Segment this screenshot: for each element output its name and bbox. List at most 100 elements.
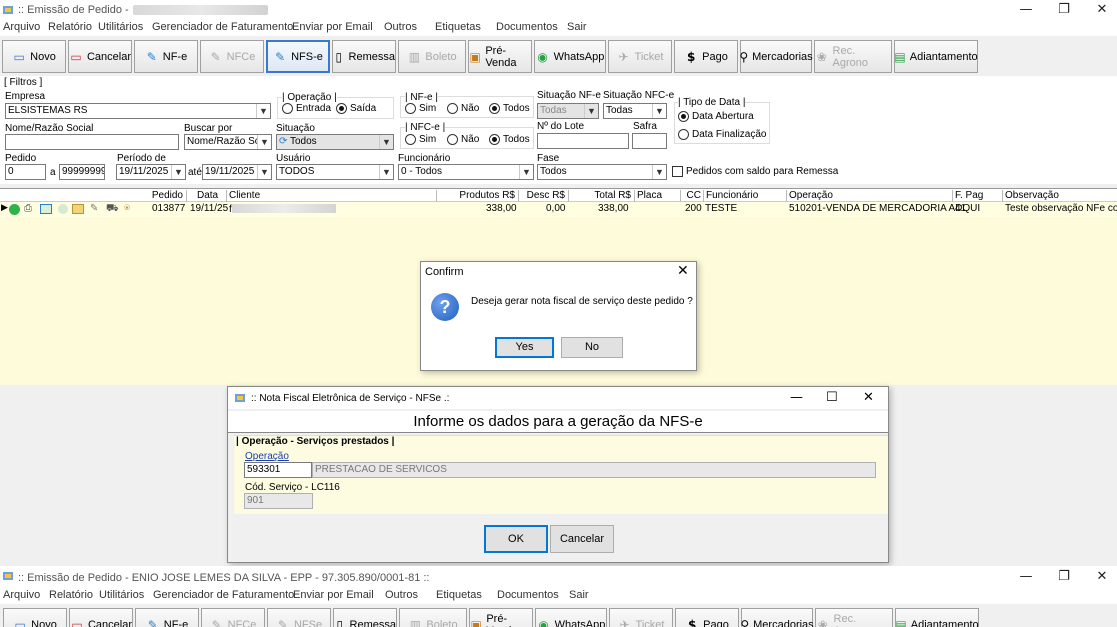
bg-nfe-button[interactable]: ✎ NF-e bbox=[135, 608, 199, 627]
situacao-nfe-select[interactable]: Todas ▼ bbox=[537, 103, 599, 119]
col-cc[interactable]: CC bbox=[680, 190, 703, 202]
bg-whatsapp-button[interactable]: ◉ WhatsApp bbox=[535, 608, 607, 627]
usuario-select[interactable]: TODOS ▼ bbox=[276, 164, 394, 180]
table-row[interactable]: ▶ ⎙ ✎ ⛟ ⍟ 013877 19/11/25 f 338,00 0,00 … bbox=[0, 202, 1117, 217]
bg-menu-etiquetas[interactable]: Etiquetas bbox=[436, 589, 482, 601]
bg-nfce-button[interactable]: ✎ NFCe bbox=[201, 608, 265, 627]
close-icon[interactable]: ✕ bbox=[677, 263, 689, 279]
fase-select[interactable]: Todos ▼ bbox=[537, 164, 667, 180]
ticket-button[interactable]: ✈ Ticket bbox=[608, 40, 672, 73]
nfe-sim-radio[interactable]: Sim bbox=[405, 103, 436, 114]
whatsapp-button[interactable]: ◉ WhatsApp bbox=[534, 40, 606, 73]
bg-nfse-button[interactable]: ✎ NFSe bbox=[267, 608, 331, 627]
nfce-todos-radio[interactable]: Todos bbox=[489, 134, 530, 145]
nfe-button[interactable]: ✎ NF-e bbox=[134, 40, 198, 73]
minimize-icon[interactable]: — bbox=[1008, 568, 1044, 586]
bg-prevenda-button[interactable]: ▣Pré-Venda bbox=[469, 608, 533, 627]
operacao-entrada-radio[interactable]: Entrada bbox=[282, 103, 331, 114]
mercadorias-button[interactable]: ⚲ Mercadorias bbox=[739, 40, 813, 73]
nome-input[interactable] bbox=[5, 134, 179, 150]
cancelar-dialog-button[interactable]: Cancelar bbox=[550, 525, 614, 553]
operacao-code-input[interactable]: 593301 bbox=[244, 462, 312, 478]
col-observacao[interactable]: Observação bbox=[1002, 190, 1117, 202]
bg-rec-agrono-button[interactable]: ❀Rec. Agrono bbox=[815, 608, 893, 627]
col-cliente[interactable]: Cliente bbox=[226, 190, 436, 202]
bg-menu-arquivo[interactable]: Arquivo bbox=[3, 589, 40, 601]
cancelar-button[interactable]: ▭ Cancelar bbox=[68, 40, 132, 73]
pedido-from-input[interactable]: 0 bbox=[5, 164, 46, 180]
nfce-button[interactable]: ✎ NFCe bbox=[200, 40, 264, 73]
operacao-saida-radio[interactable]: Saída bbox=[336, 103, 376, 114]
nfe-nao-radio[interactable]: Não bbox=[447, 103, 479, 114]
nfe-todos-radio[interactable]: Todos bbox=[489, 103, 530, 114]
bg-cancelar-button[interactable]: ▭ Cancelar bbox=[69, 608, 133, 627]
maximize-icon[interactable]: ☐ bbox=[826, 390, 838, 405]
menu-relatorio[interactable]: Relatório bbox=[48, 21, 92, 33]
cod-servico-field[interactable]: 901 bbox=[244, 493, 313, 509]
menu-outros[interactable]: Outros bbox=[384, 21, 417, 33]
bg-mercadorias-button[interactable]: ⚲ Mercadorias bbox=[740, 608, 814, 627]
nfce-nao-radio[interactable]: Não bbox=[447, 134, 479, 145]
col-total[interactable]: Total R$ bbox=[568, 190, 634, 202]
pago-button[interactable]: $ Pago bbox=[674, 40, 738, 73]
prevenda-button[interactable]: ▣ Pré-Venda bbox=[468, 40, 532, 73]
restore-icon[interactable]: ❐ bbox=[1046, 568, 1082, 586]
close-icon[interactable]: ✕ bbox=[1084, 568, 1117, 586]
novo-button[interactable]: ▭ Novo bbox=[2, 40, 66, 73]
periodo-from-select[interactable]: 19/11/2025 ▼ bbox=[116, 164, 186, 180]
bg-menu-relatorio[interactable]: Relatório bbox=[49, 589, 93, 601]
no-button[interactable]: No bbox=[561, 337, 623, 358]
nfce-sim-radio[interactable]: Sim bbox=[405, 134, 436, 145]
menu-gerenciador[interactable]: Gerenciador de Faturamento bbox=[152, 21, 293, 33]
bg-menu-utilitarios[interactable]: Utilitários bbox=[99, 589, 144, 601]
data-finalizacao-radio[interactable]: Data Finalização bbox=[678, 129, 766, 140]
bg-pago-button[interactable]: $ Pago bbox=[675, 608, 739, 627]
safra-input[interactable] bbox=[632, 133, 667, 149]
lote-input[interactable] bbox=[537, 133, 629, 149]
minimize-icon[interactable]: — bbox=[1008, 1, 1044, 19]
minimize-icon[interactable]: — bbox=[790, 390, 803, 405]
col-fpag[interactable]: F. Pag bbox=[952, 190, 1002, 202]
rec-agrono-button[interactable]: ❀ Rec. Agrono bbox=[814, 40, 892, 73]
pedido-to-input[interactable]: 99999999 bbox=[59, 164, 105, 180]
col-data[interactable]: Data bbox=[186, 190, 226, 202]
menu-enviar-email[interactable]: Enviar por Email bbox=[292, 21, 373, 33]
bg-menu-gerenciador[interactable]: Gerenciador de Faturamento bbox=[153, 589, 294, 601]
menu-arquivo[interactable]: Arquivo bbox=[3, 21, 40, 33]
restore-icon[interactable]: ❐ bbox=[1046, 1, 1082, 19]
situacao-nfce-select[interactable]: Todas ▼ bbox=[603, 103, 667, 119]
col-desc[interactable]: Desc R$ bbox=[518, 190, 568, 202]
menu-utilitarios[interactable]: Utilitários bbox=[98, 21, 143, 33]
menu-documentos[interactable]: Documentos bbox=[496, 21, 558, 33]
bg-menu-documentos[interactable]: Documentos bbox=[497, 589, 559, 601]
bg-menu-outros[interactable]: Outros bbox=[385, 589, 418, 601]
data-abertura-radio[interactable]: Data Abertura bbox=[678, 111, 754, 122]
bg-novo-button[interactable]: ▭ Novo bbox=[3, 608, 67, 627]
yes-button[interactable]: Yes bbox=[495, 337, 554, 358]
close-icon[interactable]: ✕ bbox=[863, 390, 874, 405]
periodo-to-select[interactable]: 19/11/2025 ▼ bbox=[202, 164, 272, 180]
bg-ticket-button[interactable]: ✈ Ticket bbox=[609, 608, 673, 627]
col-placa[interactable]: Placa bbox=[634, 190, 680, 202]
operacao-link[interactable]: Operação bbox=[245, 451, 289, 462]
nfse-button[interactable]: ✎ NFS-e bbox=[266, 40, 330, 73]
situacao-select[interactable]: ⟳ Todos ▼ bbox=[276, 134, 394, 150]
buscar-select[interactable]: Nome/Razão Soc ▼ bbox=[184, 134, 272, 150]
col-pedido[interactable]: Pedido bbox=[138, 190, 186, 202]
bg-remessa-button[interactable]: ▯ Remessa bbox=[333, 608, 397, 627]
col-operacao[interactable]: Operação bbox=[786, 190, 952, 202]
close-icon[interactable]: ✕ bbox=[1084, 1, 1117, 19]
adiantamento-button[interactable]: ▤ Adiantamento bbox=[894, 40, 978, 73]
empresa-select[interactable]: ELSISTEMAS RS ▼ bbox=[5, 103, 271, 119]
menu-sair[interactable]: Sair bbox=[567, 21, 587, 33]
saldo-remessa-checkbox[interactable] bbox=[672, 166, 683, 177]
menu-etiquetas[interactable]: Etiquetas bbox=[435, 21, 481, 33]
boleto-button[interactable]: ▥ Boleto bbox=[398, 40, 466, 73]
bg-menu-enviar-email[interactable]: Enviar por Email bbox=[293, 589, 374, 601]
bg-adiantamento-button[interactable]: ▤ Adiantamento bbox=[895, 608, 979, 627]
remessa-button[interactable]: ▯ Remessa bbox=[332, 40, 396, 73]
col-produtos[interactable]: Produtos R$ bbox=[436, 190, 518, 202]
bg-menu-sair[interactable]: Sair bbox=[569, 589, 589, 601]
funcionario-select[interactable]: 0 - Todos ▼ bbox=[398, 164, 534, 180]
col-funcionario[interactable]: Funcionário bbox=[703, 190, 786, 202]
